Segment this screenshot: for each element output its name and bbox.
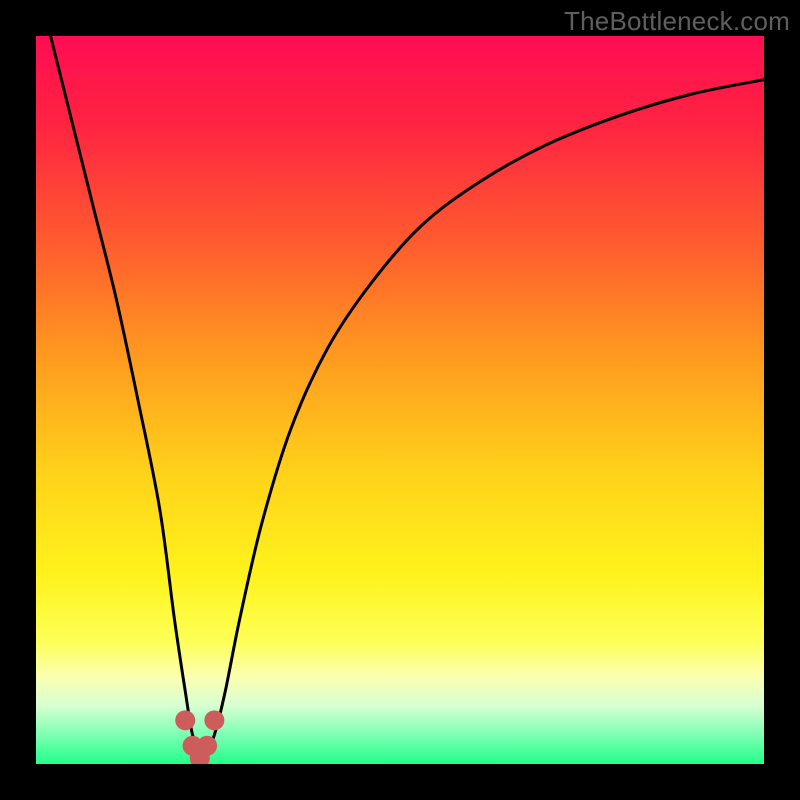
watermark-label: TheBottleneck.com xyxy=(564,6,790,37)
chart-frame: TheBottleneck.com xyxy=(0,0,800,800)
gradient-background xyxy=(36,36,764,764)
chart-svg xyxy=(36,36,764,764)
valley-marker xyxy=(204,710,224,730)
chart-plot-area xyxy=(36,36,764,764)
valley-marker xyxy=(175,710,195,730)
